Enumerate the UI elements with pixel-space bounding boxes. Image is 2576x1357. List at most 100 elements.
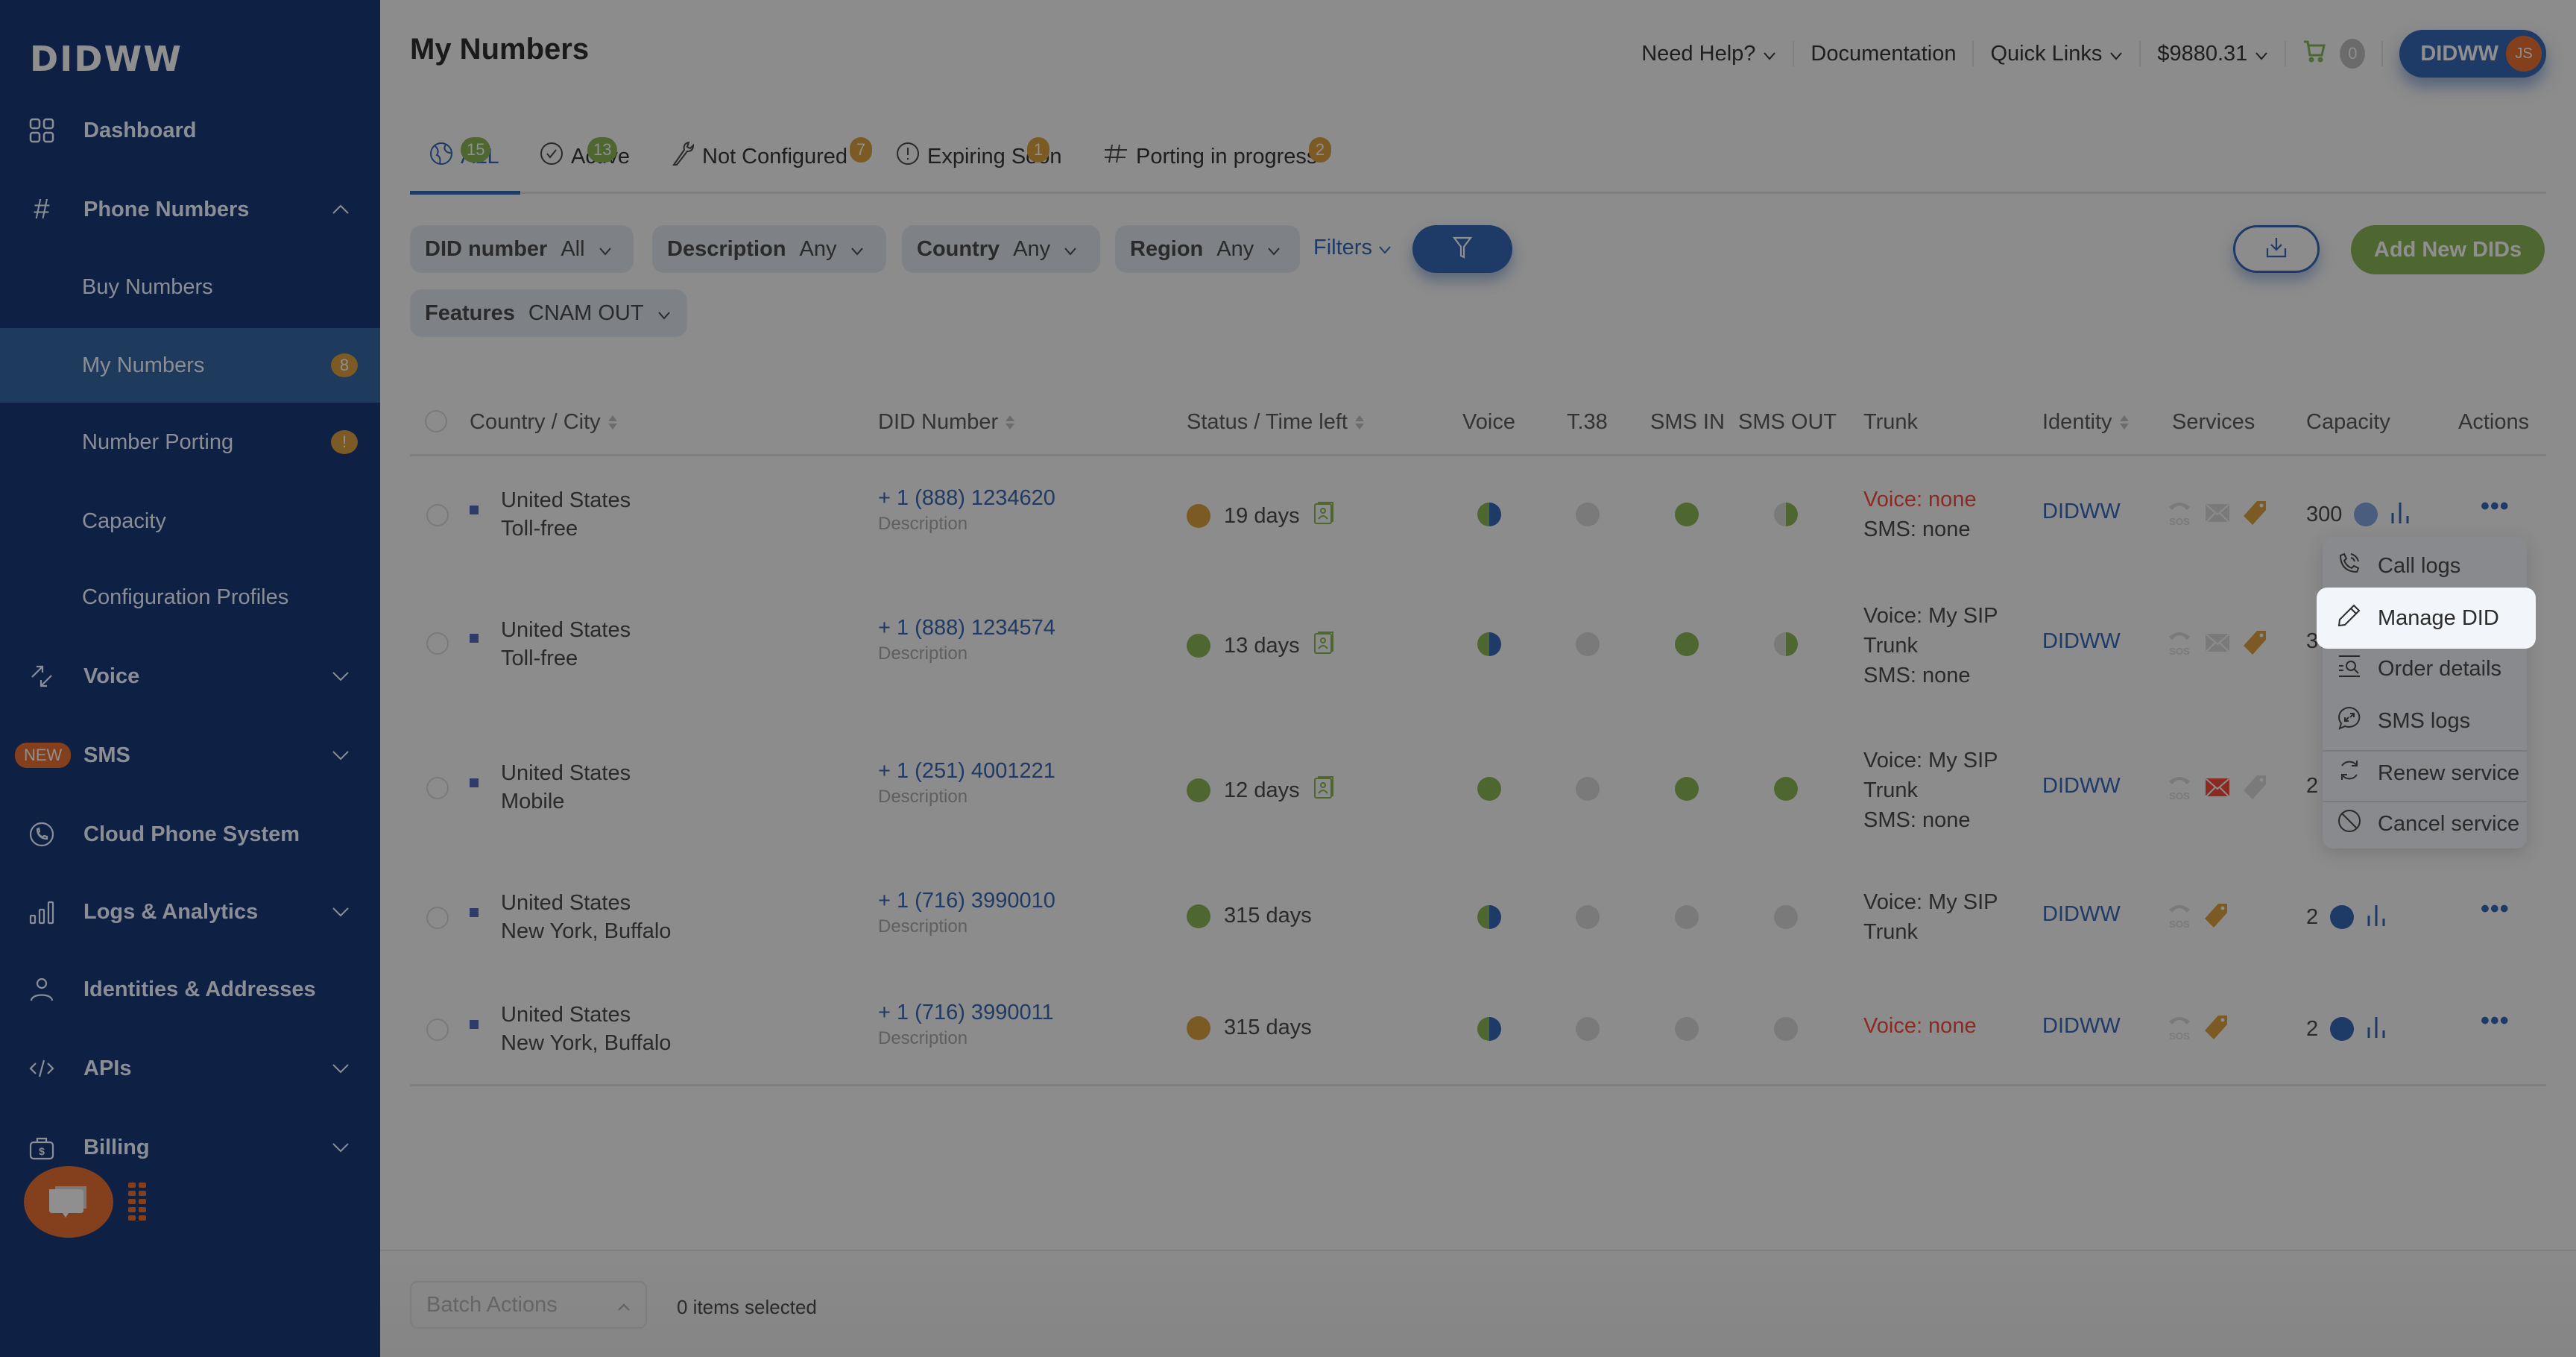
sidebar-item-buy-numbers[interactable]: Buy Numbers <box>0 254 380 321</box>
sidebar-item-cloud-phone-system[interactable]: Cloud Phone System <box>0 801 380 868</box>
menu-item-label: Manage DID <box>2378 605 2499 630</box>
city: New York, Buffalo <box>501 919 672 943</box>
capacity-chart-icon[interactable] <box>2390 500 2412 529</box>
menu-item-label: Renew service <box>2378 761 2520 785</box>
identity-link[interactable]: DIDWW <box>2042 902 2121 927</box>
did-number-link[interactable]: + 1 (888) 1234620 <box>878 486 1055 511</box>
sms-out-status-dot <box>1774 503 1798 526</box>
did-description: Description <box>878 1028 968 1048</box>
tab-porting-in-progress[interactable]: Porting in progress 2 <box>1103 134 1331 179</box>
did-cell: + 1 (716) 3990011 Description <box>878 1001 1054 1049</box>
sidebar-item-apis[interactable]: APIs <box>0 1035 380 1102</box>
sidebar-item-voice[interactable]: Voice <box>0 643 380 710</box>
region-filter[interactable]: Region Any <box>1115 225 1300 273</box>
services-cell: SOS <box>2168 1014 2229 1047</box>
column-label: Capacity <box>2306 410 2390 434</box>
chevron-up-icon <box>329 198 352 221</box>
menu-item-renew-service[interactable]: Renew service <box>2323 747 2527 799</box>
did-number-filter[interactable]: DID number All <box>410 225 634 273</box>
column-label: SMS OUT <box>1738 410 1837 434</box>
column-did-number[interactable]: DID Number <box>878 410 1015 435</box>
column-status[interactable]: Status / Time left <box>1187 410 1364 435</box>
row-checkbox[interactable] <box>426 777 449 799</box>
menu-item-order-details[interactable]: Order details <box>2323 643 2527 695</box>
tab-expiring-soon[interactable]: Expiring Soon 1 <box>896 134 1062 179</box>
new-badge: NEW <box>15 743 72 768</box>
menu-item-cancel-service[interactable]: Cancel service <box>2323 798 2527 850</box>
row-checkbox[interactable] <box>426 1018 449 1041</box>
select-all-checkbox[interactable] <box>425 410 447 432</box>
menu-item-call-logs[interactable]: Call logs <box>2323 540 2527 592</box>
sidebar-item-logs-analytics[interactable]: Logs & Analytics <box>0 878 380 945</box>
row-actions-menu-button[interactable]: ••• <box>2481 1007 2510 1036</box>
sidebar-item-my-numbers[interactable]: My Numbers 8 <box>0 328 380 403</box>
didww-logo[interactable]: DIDWW <box>30 39 183 79</box>
user-menu-button[interactable]: DIDWW JS <box>2399 30 2546 78</box>
identity-link[interactable]: DIDWW <box>2042 629 2121 654</box>
status-cell: 19 days <box>1187 501 1334 531</box>
search-list-icon <box>2337 654 2361 684</box>
menu-item-sms-logs[interactable]: SMS logs <box>2323 695 2527 747</box>
sidebar-item-configuration-profiles[interactable]: Configuration Profiles <box>0 564 380 631</box>
need-help-dropdown[interactable]: Need Help? <box>1625 41 1795 66</box>
country-filter[interactable]: Country Any <box>902 225 1100 273</box>
identity-link[interactable]: DIDWW <box>2042 500 2121 524</box>
add-new-dids-button[interactable]: Add New DIDs <box>2351 225 2545 274</box>
sidebar-item-identities-addresses[interactable]: Identities & Addresses <box>0 956 380 1023</box>
contact-card-icon[interactable] <box>1313 775 1334 805</box>
sort-icon <box>2119 415 2129 429</box>
tab-not-configured[interactable]: Not Configured 7 <box>671 134 872 179</box>
menu-item-manage-did[interactable]: Manage DID <box>2317 588 2536 649</box>
capacity-chart-icon[interactable] <box>2366 902 2388 932</box>
features-filter[interactable]: Features CNAM OUT <box>410 289 687 337</box>
identity-link[interactable]: DIDWW <box>2042 1014 2121 1039</box>
column-label: Identity <box>2042 410 2112 434</box>
need-help-label: Need Help? <box>1641 41 1756 66</box>
documentation-link[interactable]: Documentation <box>1794 41 1974 66</box>
filter-value: All <box>561 236 585 261</box>
tab-count-badge: 2 <box>1309 137 1331 163</box>
sidebar-item-phone-numbers[interactable]: # Phone Numbers <box>0 176 380 243</box>
did-number-link[interactable]: + 1 (888) 1234574 <box>878 616 1055 640</box>
filters-link-label: Filters <box>1313 236 1372 259</box>
apply-filter-button[interactable] <box>1412 225 1512 273</box>
column-country-city[interactable]: Country / City <box>470 410 617 435</box>
table-row: United States Toll-free + 1 (888) 123462… <box>410 485 2546 544</box>
did-number-link[interactable]: + 1 (716) 3990010 <box>878 889 1055 913</box>
did-number-link[interactable]: + 1 (251) 4001221 <box>878 759 1055 784</box>
capacity-chart-icon[interactable] <box>2366 1014 2388 1044</box>
column-sms-out: SMS OUT <box>1738 410 1837 435</box>
identity-link[interactable]: DIDWW <box>2042 774 2121 799</box>
tag-icon <box>2244 500 2267 532</box>
sidebar-item-capacity[interactable]: Capacity <box>0 488 380 555</box>
batch-actions-select[interactable]: Batch Actions <box>410 1281 647 1329</box>
balance-dropdown[interactable]: $9880.31 <box>2141 41 2287 66</box>
sidebar-item-label: Dashboard <box>83 118 197 142</box>
tab-count-badge: 7 <box>850 137 872 163</box>
row-checkbox[interactable] <box>426 504 449 526</box>
sidebar-item-sms[interactable]: NEW SMS <box>0 722 380 789</box>
did-number-link[interactable]: + 1 (716) 3990011 <box>878 1001 1054 1025</box>
row-actions-menu-button[interactable]: ••• <box>2481 492 2510 521</box>
download-button[interactable] <box>2233 225 2320 273</box>
contact-card-icon[interactable] <box>1313 631 1334 661</box>
more-filters-link[interactable]: Filters <box>1313 236 1392 260</box>
chat-button[interactable] <box>24 1166 113 1238</box>
tab-active[interactable]: Active 13 <box>540 134 630 179</box>
tab-all[interactable]: ALL 15 <box>429 134 499 179</box>
description-filter[interactable]: Description Any <box>652 225 886 273</box>
contact-card-icon[interactable] <box>1313 501 1334 531</box>
drag-handle-icon[interactable] <box>128 1183 146 1221</box>
sidebar-item-number-porting[interactable]: Number Porting ! <box>0 409 380 476</box>
cart-button[interactable]: 0 <box>2286 39 2384 69</box>
capacity-value: 2 <box>2306 904 2319 929</box>
column-identity[interactable]: Identity <box>2042 410 2129 435</box>
sidebar-item-dashboard[interactable]: Dashboard <box>0 97 380 164</box>
row-checkbox[interactable] <box>426 907 449 929</box>
quick-links-dropdown[interactable]: Quick Links <box>1974 41 2141 66</box>
filter-value: Any <box>1216 236 1254 261</box>
row-actions-menu-button[interactable]: ••• <box>2481 895 2510 924</box>
globe-icon <box>429 142 453 171</box>
row-checkbox[interactable] <box>426 632 449 655</box>
did-description: Description <box>878 787 968 807</box>
